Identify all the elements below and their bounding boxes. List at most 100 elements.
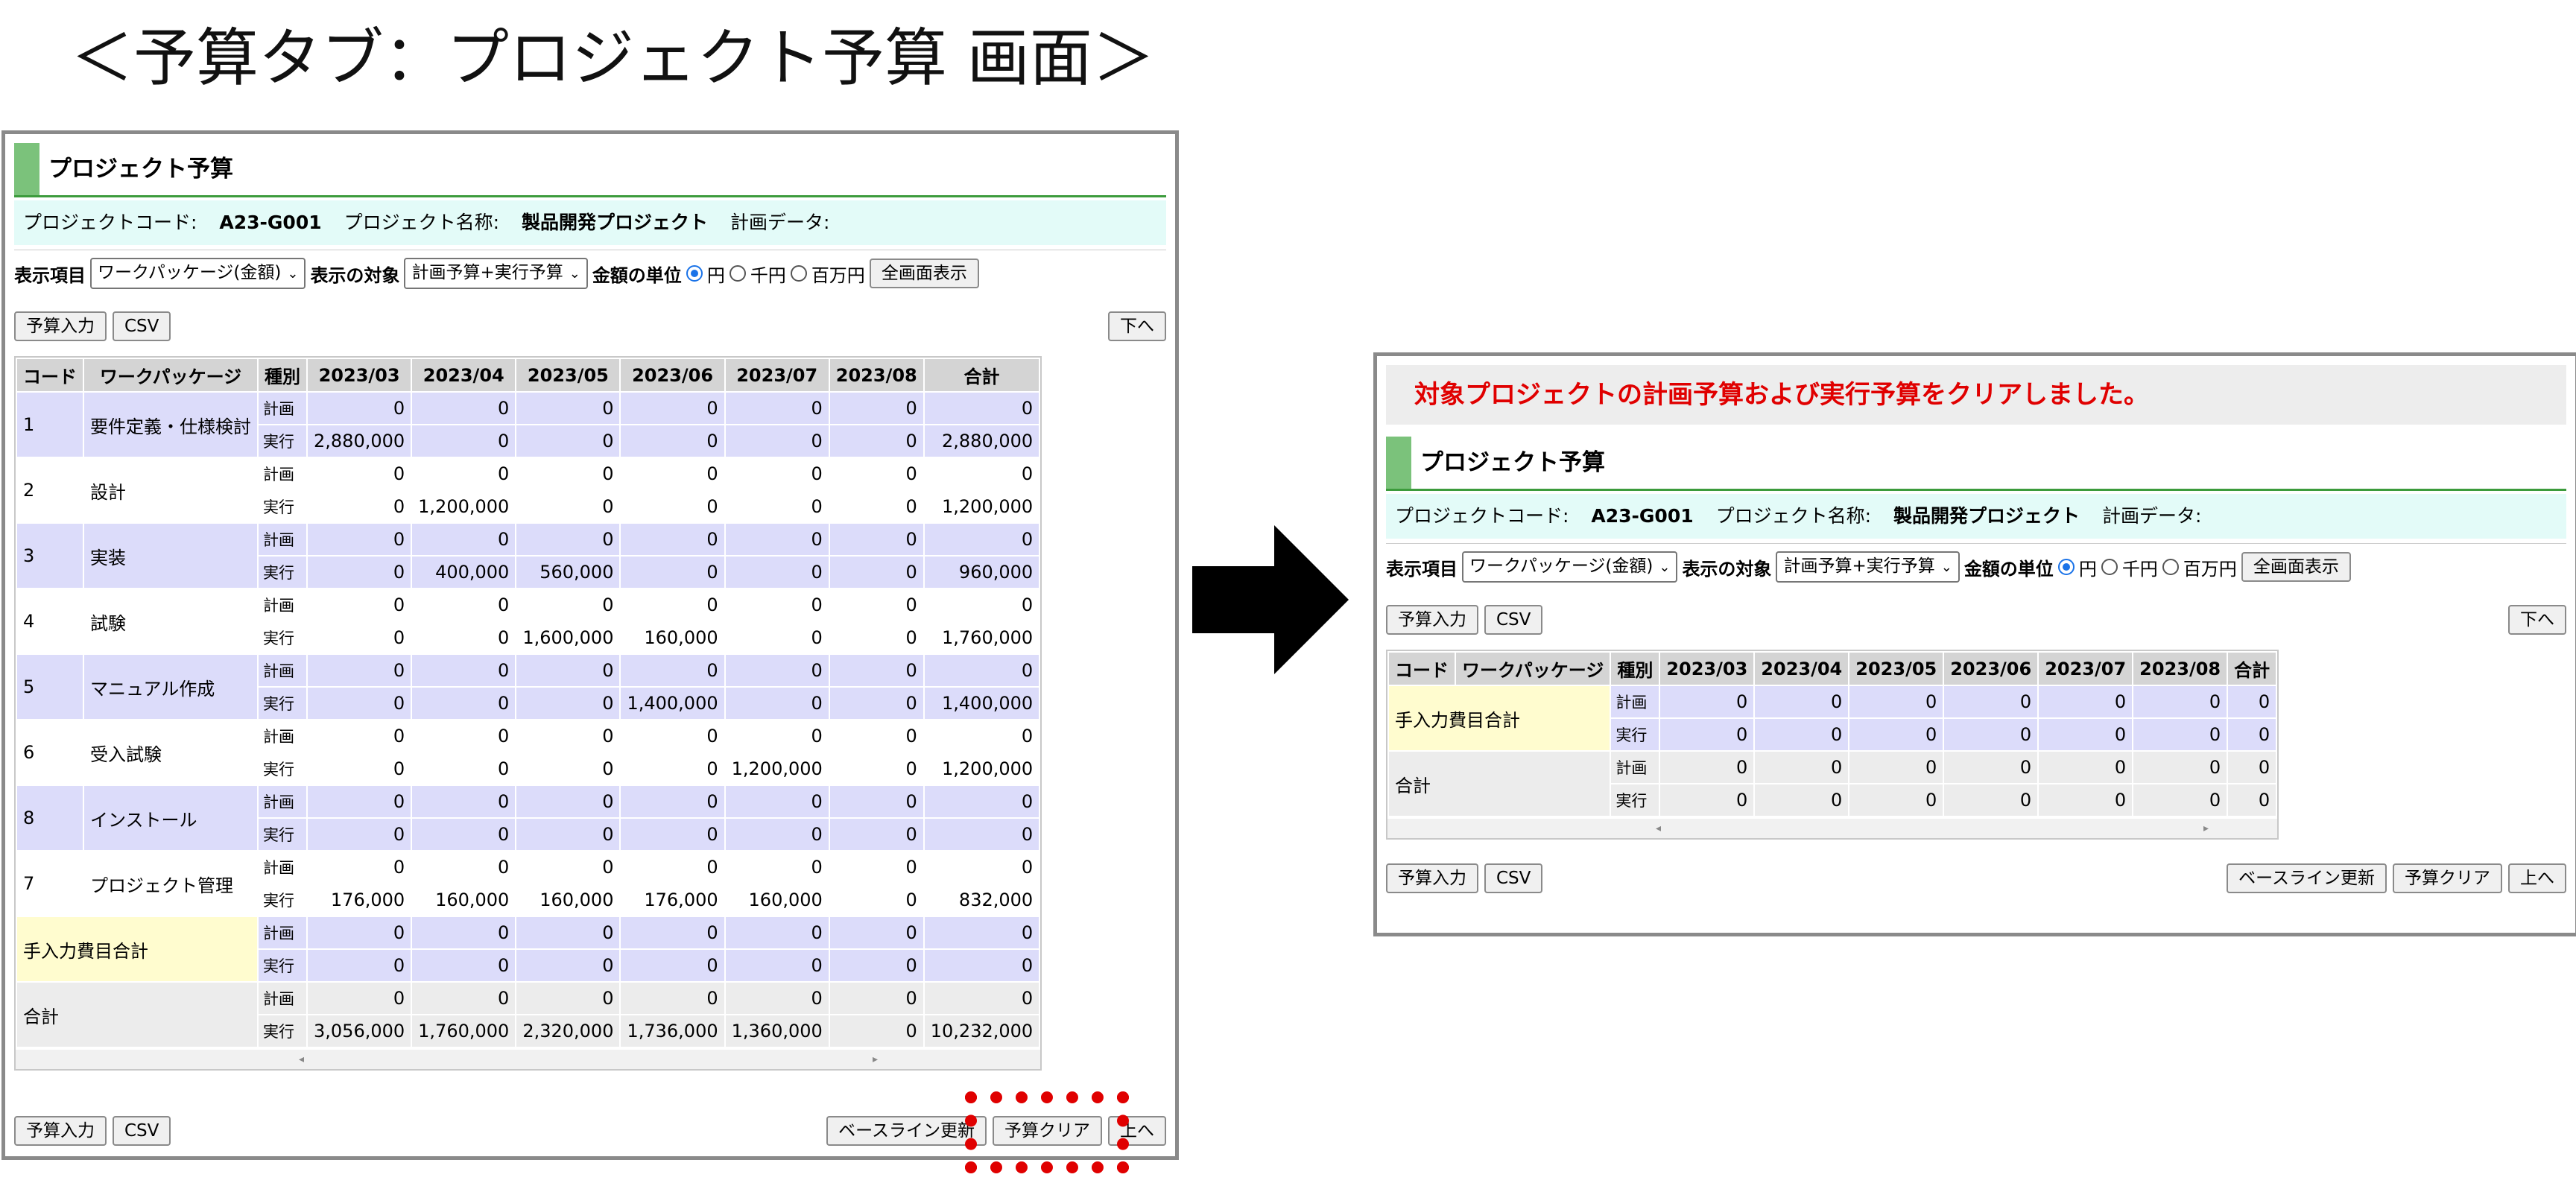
column-header: コード xyxy=(1389,653,1455,685)
row-total-cell: 0 xyxy=(924,458,1039,489)
unit-option-thousand: 千円 xyxy=(750,264,786,286)
amount-cell: 0 xyxy=(621,786,724,817)
budget-input-button[interactable]: 予算入力 xyxy=(14,311,107,341)
horizontal-scrollbar[interactable]: ◂ ▸ xyxy=(16,1050,1041,1069)
amount-cell: 0 xyxy=(308,491,411,522)
display-target-select[interactable]: 計画予算+実行予算 ⌄ xyxy=(1776,551,1960,583)
amount-cell: 0 xyxy=(1849,686,1943,717)
kind-cell: 実行 xyxy=(259,753,306,784)
display-item-label: 表示項目 xyxy=(1386,558,1458,580)
budget-input-button[interactable]: 予算入力 xyxy=(1386,605,1478,635)
chevron-down-icon: ⌄ xyxy=(569,266,580,282)
amount-cell: 0 xyxy=(725,950,829,981)
amount-cell: 0 xyxy=(2039,784,2133,816)
kind-cell: 計画 xyxy=(1611,752,1659,783)
amount-cell: 0 xyxy=(2133,752,2227,783)
fullscreen-button[interactable]: 全画面表示 xyxy=(869,259,979,288)
scroll-up-button[interactable]: 上へ xyxy=(2508,863,2566,893)
unit-radio-yen[interactable] xyxy=(686,265,703,282)
table-row: 1 要件定義・仕様検討 計画 0 0 0 0 0 0 0 xyxy=(17,393,1039,457)
unit-option-yen: 円 xyxy=(2078,558,2097,580)
top-toolbar: 予算入力 CSV 下へ xyxy=(14,311,1166,347)
amount-cell: 0 xyxy=(621,950,724,981)
kind-cell: 計画 xyxy=(259,852,306,883)
kind-cell: 計画 xyxy=(259,393,306,424)
column-header: ワークパッケージ xyxy=(1456,653,1610,685)
row-total-cell: 1,400,000 xyxy=(924,688,1039,719)
unit-radio-million[interactable] xyxy=(2162,559,2179,575)
display-target-select[interactable]: 計画予算+実行予算 ⌄ xyxy=(404,258,588,289)
budget-input-button[interactable]: 予算入力 xyxy=(14,1116,107,1146)
scroll-down-button[interactable]: 下へ xyxy=(1108,311,1166,341)
amount-cell: 0 xyxy=(308,852,411,883)
amount-cell: 0 xyxy=(829,393,923,424)
scroll-left-icon[interactable]: ◂ xyxy=(1656,819,1661,838)
horizontal-scrollbar[interactable]: ◂ ▸ xyxy=(1387,819,2278,838)
amount-cell: 0 xyxy=(308,655,411,686)
scroll-right-icon[interactable]: ▸ xyxy=(873,1050,878,1069)
amount-cell: 0 xyxy=(2039,686,2133,717)
baseline-update-button[interactable]: ベースライン更新 xyxy=(826,1116,987,1146)
project-info-bar: プロジェクトコード: A23-G001 プロジェクト名称: 製品開発プロジェクト… xyxy=(14,200,1166,245)
amount-cell: 0 xyxy=(829,688,923,719)
project-name-label: プロジェクト名称: xyxy=(1715,505,1872,527)
csv-button[interactable]: CSV xyxy=(1484,605,1543,635)
amount-cell: 0 xyxy=(308,458,411,489)
plan-data-label: 計画データ: xyxy=(730,212,830,233)
display-item-label: 表示項目 xyxy=(14,264,86,286)
table-row: 4 試験 計画 0 0 0 0 0 0 0 xyxy=(17,589,1039,653)
amount-cell: 3,056,000 xyxy=(308,1015,411,1047)
amount-cell: 0 xyxy=(1849,784,1943,816)
csv-button[interactable]: CSV xyxy=(113,1116,171,1146)
csv-button[interactable]: CSV xyxy=(1484,863,1543,893)
amount-cell: 0 xyxy=(2039,719,2133,750)
budget-table-wrap: コード ワークパッケージ 種別 2023/03 2023/04 2023/05 2023/0… xyxy=(14,356,1042,1071)
amount-cell: 0 xyxy=(2133,719,2227,750)
table-row: 6 受入試験 計画 0 0 0 0 0 0 0 xyxy=(17,720,1039,784)
amount-cell: 0 xyxy=(621,557,724,588)
amount-cell: 0 xyxy=(308,950,411,981)
display-item-select[interactable]: ワークパッケージ(金額) ⌄ xyxy=(1462,551,1678,583)
fullscreen-button[interactable]: 全画面表示 xyxy=(2241,552,2351,582)
kind-cell: 実行 xyxy=(259,491,306,522)
scroll-down-button[interactable]: 下へ xyxy=(2508,605,2566,635)
unit-radio-thousand[interactable] xyxy=(2101,559,2118,575)
kind-cell: 計画 xyxy=(259,786,306,817)
amount-cell: 0 xyxy=(1944,719,2038,750)
budget-input-button[interactable]: 予算入力 xyxy=(1386,863,1478,893)
amount-cell: 0 xyxy=(621,393,724,424)
amount-cell: 0 xyxy=(829,524,923,555)
amount-cell: 0 xyxy=(829,950,923,981)
unit-radio-thousand[interactable] xyxy=(729,265,746,282)
amount-cell: 0 xyxy=(516,819,620,850)
row-total-cell: 0 xyxy=(924,655,1039,686)
amount-cell: 1,600,000 xyxy=(516,622,620,653)
amount-cell: 0 xyxy=(1660,719,1754,750)
amount-cell: 176,000 xyxy=(308,884,411,916)
row-label: 手入力費目合計 xyxy=(17,917,257,981)
amount-cell: 0 xyxy=(412,524,516,555)
amount-cell: 0 xyxy=(621,524,724,555)
display-item-select[interactable]: ワークパッケージ(金額) ⌄ xyxy=(90,258,306,289)
amount-cell: 0 xyxy=(829,983,923,1014)
scroll-right-icon[interactable]: ▸ xyxy=(2203,819,2209,838)
csv-button[interactable]: CSV xyxy=(113,311,171,341)
amount-cell: 0 xyxy=(412,786,516,817)
unit-radio-yen[interactable] xyxy=(2057,559,2075,575)
budget-table: コード ワークパッケージ 種別 2023/03 2023/04 2023/05 2023/0… xyxy=(16,358,1040,1048)
plan-data-label: 計画データ: xyxy=(2101,505,2202,527)
amount-cell: 0 xyxy=(2133,686,2227,717)
amount-cell: 0 xyxy=(621,819,724,850)
row-total-cell: 0 xyxy=(924,393,1039,424)
kind-cell: 計画 xyxy=(259,983,306,1014)
amount-cell: 0 xyxy=(516,458,620,489)
scroll-left-icon[interactable]: ◂ xyxy=(299,1050,304,1069)
unit-radio-million[interactable] xyxy=(790,265,807,282)
budget-clear-button[interactable]: 予算クリア xyxy=(2393,863,2502,893)
right-arrow-icon xyxy=(1192,525,1349,674)
budget-table: コード ワークパッケージ 種別 2023/03 2023/04 2023/05 2023/0… xyxy=(1387,651,2277,817)
amount-cell: 0 xyxy=(2039,752,2133,783)
amount-cell: 176,000 xyxy=(621,884,724,916)
baseline-update-button[interactable]: ベースライン更新 xyxy=(2227,863,2387,893)
amount-cell: 0 xyxy=(412,688,516,719)
